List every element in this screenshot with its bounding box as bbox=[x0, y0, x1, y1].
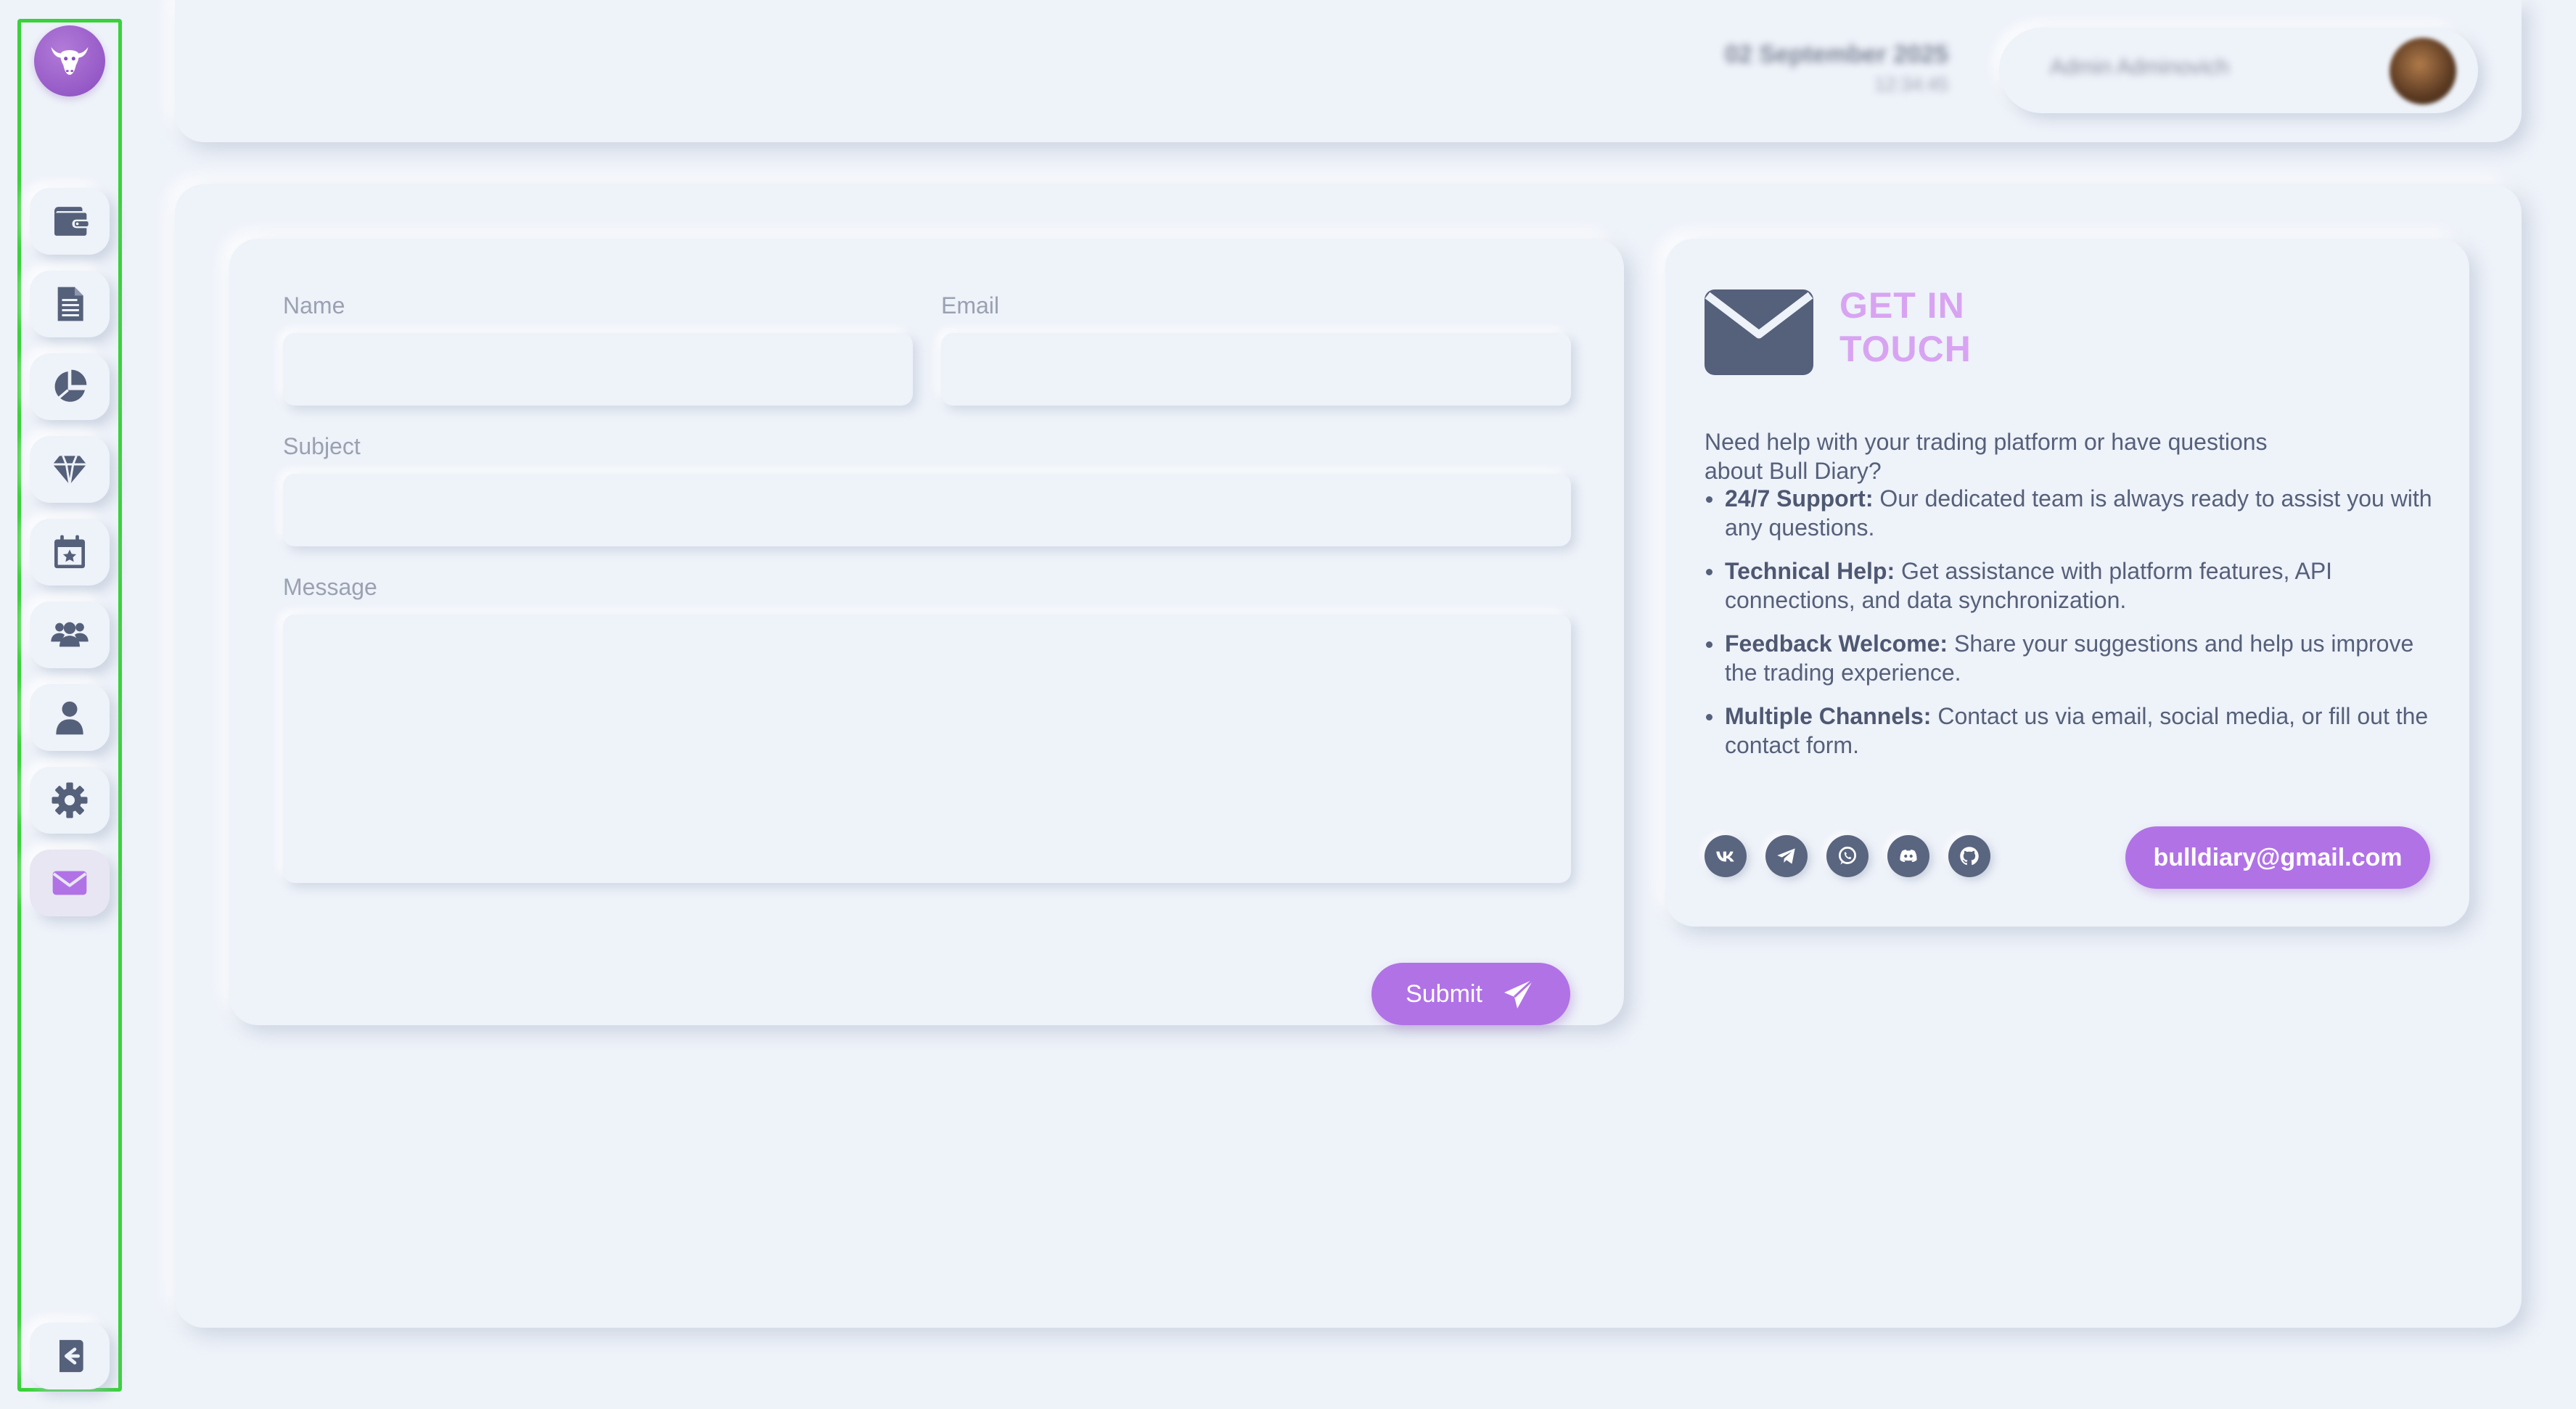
name-label: Name bbox=[283, 292, 345, 319]
telegram-button[interactable] bbox=[1765, 835, 1808, 877]
name-input[interactable] bbox=[283, 333, 913, 406]
email-label: Email bbox=[941, 292, 1000, 319]
diamond-icon bbox=[52, 455, 87, 485]
sidebar-item-calendar[interactable] bbox=[30, 519, 110, 586]
point-title: Technical Help: bbox=[1725, 558, 1895, 584]
whatsapp-icon bbox=[1838, 846, 1857, 865]
user-icon bbox=[56, 701, 83, 735]
point-title: Feedback Welcome: bbox=[1725, 630, 1948, 657]
user-menu[interactable]: Admin Adminovich bbox=[1999, 28, 2478, 113]
submit-button[interactable]: Submit bbox=[1371, 963, 1570, 1025]
message-textarea[interactable] bbox=[283, 615, 1571, 883]
github-button[interactable] bbox=[1948, 835, 1990, 877]
date-time: 02 September 2025 12:34:45 bbox=[1725, 41, 1948, 96]
subject-label: Subject bbox=[283, 433, 361, 459]
pie-chart-icon bbox=[54, 369, 87, 402]
contact-info-card: GET IN TOUCH Need help with your trading… bbox=[1665, 239, 2469, 927]
current-date: 02 September 2025 bbox=[1724, 41, 1948, 68]
envelope-icon bbox=[52, 871, 87, 895]
point-title: 24/7 Support: bbox=[1725, 485, 1874, 512]
mail-large-icon bbox=[1705, 289, 1813, 375]
github-icon bbox=[1960, 847, 1979, 866]
sidebar-item-diamond[interactable] bbox=[30, 436, 110, 503]
send-icon bbox=[1504, 978, 1534, 1009]
sidebar-item-settings[interactable] bbox=[30, 767, 110, 834]
top-header: 02 September 2025 12:34:45 Admin Adminov… bbox=[175, 0, 2522, 142]
point-title: Multiple Channels: bbox=[1725, 703, 1932, 729]
discord-icon bbox=[1900, 849, 1917, 862]
sidebar-item-documents[interactable] bbox=[30, 271, 110, 337]
list-item: Multiple Channels: Contact us via email,… bbox=[1705, 702, 2437, 760]
list-item: Feedback Welcome: Share your suggestions… bbox=[1705, 629, 2437, 687]
vk-button[interactable] bbox=[1705, 835, 1747, 877]
info-description: Need help with your trading platform or … bbox=[1705, 429, 2268, 484]
list-item: 24/7 Support: Our dedicated team is alwa… bbox=[1705, 484, 2437, 542]
vk-icon bbox=[1716, 851, 1734, 862]
message-label: Message bbox=[283, 574, 377, 600]
subject-input[interactable] bbox=[283, 474, 1571, 546]
email-button[interactable]: bulldiary@gmail.com bbox=[2125, 826, 2430, 889]
info-title: GET IN TOUCH bbox=[1839, 285, 1972, 369]
gear-icon bbox=[52, 782, 88, 818]
info-points: 24/7 Support: Our dedicated team is alwa… bbox=[1705, 484, 2437, 774]
wallet-icon bbox=[54, 207, 89, 236]
document-icon bbox=[57, 287, 83, 321]
discord-button[interactable] bbox=[1887, 835, 1929, 877]
avatar[interactable] bbox=[2390, 38, 2456, 104]
list-item: Technical Help: Get assistance with plat… bbox=[1705, 556, 2437, 615]
main-content: Name Email Subject Message Submit GET IN… bbox=[175, 184, 2522, 1328]
sidebar-item-contact[interactable] bbox=[30, 850, 110, 916]
bull-logo-icon[interactable] bbox=[34, 25, 105, 96]
sidebar-item-team[interactable] bbox=[30, 601, 110, 668]
users-icon bbox=[51, 622, 89, 647]
sidebar-item-wallet[interactable] bbox=[30, 188, 110, 255]
calendar-star-icon bbox=[54, 535, 85, 569]
submit-label: Submit bbox=[1406, 979, 1482, 1008]
whatsapp-button[interactable] bbox=[1826, 835, 1869, 877]
user-name: Admin Adminovich bbox=[2050, 55, 2229, 79]
email-input[interactable] bbox=[941, 333, 1571, 406]
sidebar bbox=[17, 19, 122, 1392]
telegram-icon bbox=[1777, 848, 1795, 864]
logout-icon bbox=[60, 1339, 83, 1373]
logout-button[interactable] bbox=[30, 1323, 110, 1389]
contact-form: Name Email Subject Message Submit bbox=[229, 239, 1624, 1025]
sidebar-item-analytics[interactable] bbox=[30, 353, 110, 420]
current-time: 12:34:45 bbox=[1874, 73, 1948, 95]
sidebar-item-profile[interactable] bbox=[30, 684, 110, 751]
